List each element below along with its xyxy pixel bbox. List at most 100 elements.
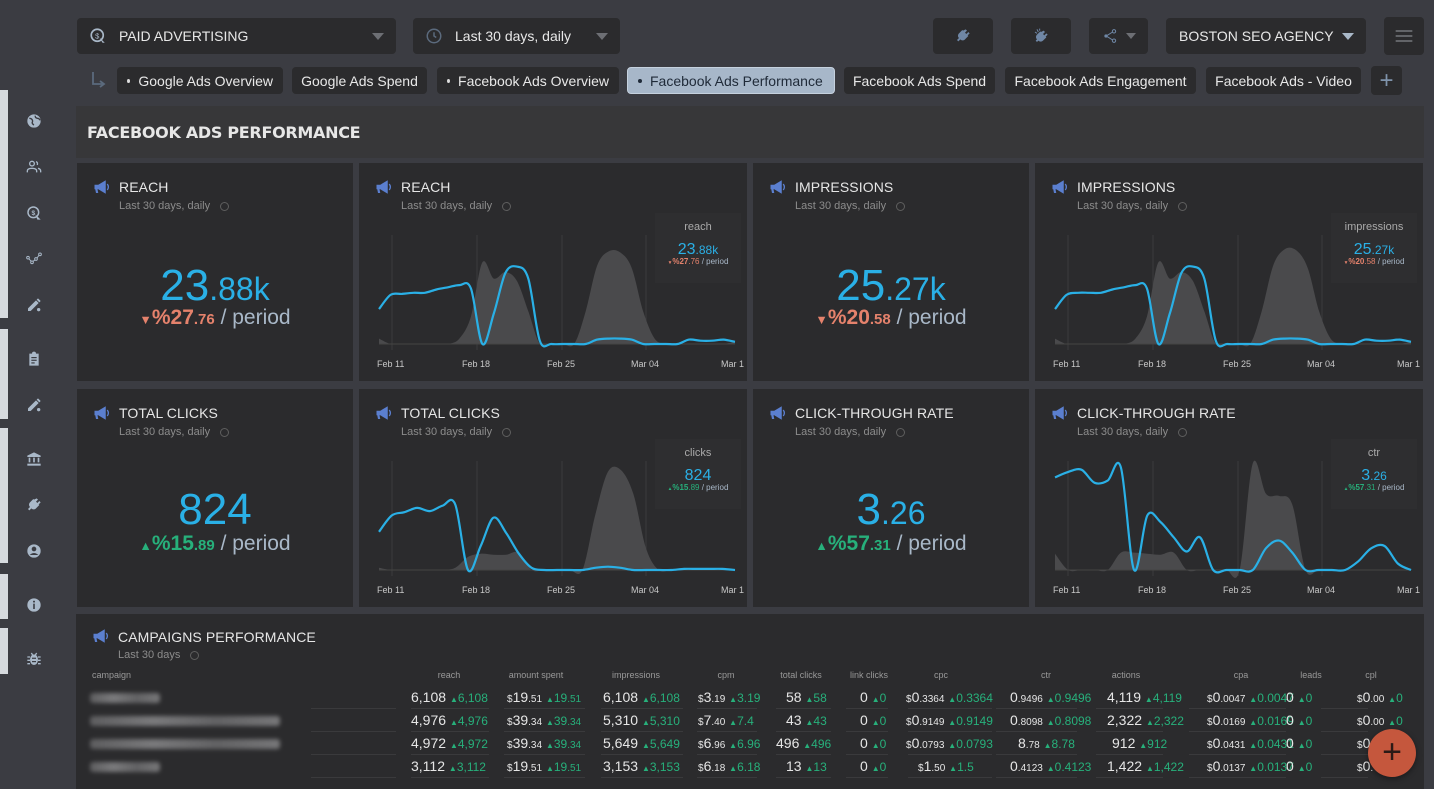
card-subtitle: Last 30 days, daily (795, 426, 906, 438)
change-percent: %15 (672, 483, 689, 492)
tab-facebook-ads-spend[interactable]: Facebook Ads Spend (844, 67, 995, 94)
bug-icon[interactable] (26, 651, 42, 667)
row-divider (504, 708, 585, 709)
value-integer: 25 (836, 261, 886, 310)
card-subtitle-text: Last 30 days (118, 649, 181, 661)
cell-leads: 0 ▲0 (1286, 689, 1313, 705)
clock-icon (220, 427, 230, 437)
tab-facebook-ads-overview[interactable]: Facebook Ads Overview (437, 67, 619, 94)
chart-legend: ctr 3.26 ▲%57.31 / period (1331, 439, 1417, 509)
value-decimal: .26 (881, 495, 926, 531)
value-decimal: .26 (1370, 469, 1387, 483)
tab-facebook-ads-engagement[interactable]: Facebook Ads Engagement (1005, 67, 1196, 94)
tab-facebook-ads-performance[interactable]: Facebook Ads Performance (627, 67, 835, 94)
main-menu-button[interactable] (1384, 17, 1424, 55)
cell-leads: 0 ▲0 (1286, 712, 1313, 728)
legend-change: ▼%27.76 / period (655, 257, 741, 266)
column-header[interactable]: leads (1296, 670, 1326, 680)
column-header[interactable]: cpa (1226, 670, 1256, 680)
info-icon[interactable] (26, 597, 42, 613)
period-label: / period (890, 532, 967, 555)
cell-reach: 4,976 ▲4,976 (411, 712, 488, 728)
edit-pencil-icon[interactable] (26, 297, 42, 313)
globe-icon[interactable] (26, 113, 42, 129)
row-divider (504, 777, 585, 778)
value-decimal: .27k (885, 271, 946, 307)
x-tick-label: Mar 1 (721, 359, 745, 369)
cell-actions: 1,422 ▲1,422 (1107, 758, 1184, 774)
dashboard-select[interactable]: $ PAID ADVERTISING (77, 18, 396, 54)
x-tick-label: Feb 18 (1138, 585, 1167, 595)
x-tick-label: Mar 04 (631, 585, 660, 595)
column-header[interactable]: campaign (92, 670, 152, 680)
date-range-select[interactable]: Last 30 days, daily (413, 18, 620, 54)
users-icon[interactable] (26, 159, 42, 175)
tab-google-ads-spend[interactable]: Google Ads Spend (292, 67, 427, 94)
cell-amount-spent: $19.51 ▲19.51 (507, 689, 582, 705)
column-header[interactable]: link clicks (844, 670, 894, 680)
plug-icon[interactable] (26, 497, 42, 513)
edit-pencil-icon[interactable] (26, 397, 42, 413)
tab-google-ads-overview[interactable]: Google Ads Overview (117, 67, 283, 94)
row-divider (1096, 708, 1163, 709)
clock-icon (190, 650, 200, 660)
column-header[interactable]: total clicks (771, 670, 831, 680)
change-percent: %15 (151, 532, 194, 555)
change-decimal: .31 (869, 537, 891, 554)
client-select[interactable]: BOSTON SEO AGENCY (1166, 18, 1366, 54)
sidebar-group-marker (0, 574, 8, 619)
page-title: FACEBOOK ADS PERFORMANCE (87, 123, 361, 142)
sidebar-group-marker (0, 628, 8, 674)
column-header[interactable]: ctr (1031, 670, 1061, 680)
cell-leads: 0 ▲0 (1286, 758, 1313, 774)
plug-button[interactable] (933, 18, 993, 54)
dashboard-select-value: PAID ADVERTISING (119, 28, 249, 44)
row-divider (1321, 731, 1368, 732)
campaign-name-redacted[interactable] (90, 739, 280, 749)
column-header[interactable]: cpm (706, 670, 746, 680)
bank-icon[interactable] (26, 451, 42, 467)
cell-cpc: $1.50 ▲1.5 (918, 758, 974, 774)
add-tab-button[interactable]: + (1371, 66, 1402, 95)
column-header[interactable]: cpl (1356, 670, 1386, 680)
change-decimal: .76 (193, 311, 215, 328)
megaphone-icon (769, 179, 787, 195)
campaign-name-redacted[interactable] (90, 716, 280, 726)
change-decimal: .89 (193, 537, 215, 554)
account-circle-icon[interactable] (26, 543, 42, 559)
row-divider (311, 754, 396, 755)
column-header[interactable]: amount spent (506, 670, 566, 680)
tab-facebook-ads-video[interactable]: Facebook Ads - Video (1206, 67, 1361, 94)
plug-off-button[interactable] (1011, 18, 1071, 54)
cell-ctr: 0.8098 ▲0.8098 (1010, 712, 1092, 728)
period-label: / period (890, 306, 967, 329)
column-header[interactable]: cpc (916, 670, 966, 680)
dollar-target-icon[interactable]: $ (26, 205, 42, 221)
clipboard-icon[interactable] (26, 351, 42, 367)
clicks-chart-widget: TOTAL CLICKS Last 30 days, daily Feb 11 Feb… (359, 389, 747, 607)
card-subtitle-text: Last 30 days, daily (795, 426, 887, 438)
column-header[interactable]: impressions (596, 670, 676, 680)
kpi-change: ▼%20.58 / period (753, 306, 1029, 330)
add-widget-fab[interactable]: + (1368, 729, 1416, 777)
column-header[interactable]: reach (426, 670, 472, 680)
impressions-chart-widget: IMPRESSIONS Last 30 days, daily Feb 11 Feb … (1035, 163, 1423, 381)
value-integer: 25 (1353, 241, 1372, 258)
trend-up-icon: ▲ (815, 539, 828, 553)
column-header[interactable]: actions (1101, 670, 1151, 680)
share-button[interactable] (1089, 18, 1148, 54)
period-label: / period (1375, 257, 1405, 266)
row-divider (311, 777, 396, 778)
campaign-name-redacted[interactable] (90, 762, 160, 772)
value-decimal: .88k (695, 243, 719, 257)
trend-line-icon[interactable] (26, 251, 42, 267)
row-divider (1096, 754, 1163, 755)
tab-dot (127, 78, 131, 83)
x-tick-label: Feb 18 (462, 585, 491, 595)
campaign-name-redacted[interactable] (90, 693, 160, 703)
cell-ctr: 8.78 ▲8.78 (1018, 735, 1075, 751)
value-integer: 824 (684, 467, 712, 484)
kpi-change: ▲%15.89 / period (77, 532, 353, 556)
row-divider (697, 777, 757, 778)
trend-up-icon: ▲ (139, 539, 152, 553)
